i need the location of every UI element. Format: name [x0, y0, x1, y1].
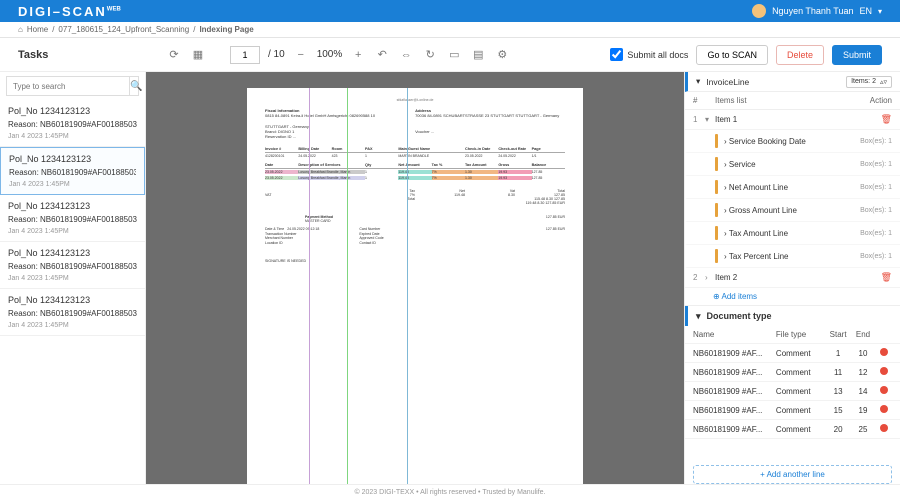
task-item[interactable]: Pol_No 1234123123 Reason: NB60181909#AF0… [0, 100, 145, 147]
home-icon[interactable]: ⌂ [18, 25, 23, 34]
footer: © 2023 DIGI-TEXX • All rights reserved •… [0, 484, 900, 500]
page-total: / 10 [268, 49, 285, 60]
avatar [752, 4, 766, 18]
task-sidebar: 🔍 Pol_No 1234123123 Reason: NB60181909#A… [0, 72, 146, 484]
doctype-columns: NameFile typeStartEnd [685, 326, 900, 344]
add-items-link[interactable]: ⊕ Add items [685, 288, 900, 305]
zoom-out-icon[interactable]: − [293, 47, 309, 63]
refresh-icon[interactable]: ⟳ [166, 47, 182, 63]
sub-item[interactable]: › Net Amount LineBox(es): 1 [685, 176, 900, 199]
doctype-row[interactable]: NB60181909 #AF...Comment1112 [685, 363, 900, 382]
layers-icon[interactable]: ▤ [470, 47, 486, 63]
sub-item[interactable]: › Gross Amount LineBox(es): 1 [685, 199, 900, 222]
right-panel: ▾ InvoiceLine Items: 2▵▿ # Items list Ac… [684, 72, 900, 484]
delete-button[interactable]: Delete [776, 45, 824, 65]
doctype-panel: ▾Document type NameFile typeStartEnd NB6… [685, 305, 900, 484]
zoom-in-icon[interactable]: + [350, 47, 366, 63]
doctype-header[interactable]: ▾Document type [685, 306, 900, 326]
user-name: Nguyen Thanh Tuan [772, 6, 853, 16]
chevron-down-icon: ▾ [878, 7, 882, 16]
toolbar-row: Tasks ⟳ ▦ / 10 − 100% + ↶ ⇔ ↻ ▭ ▤ ⚙ Subm… [0, 38, 900, 72]
card-icon[interactable]: ▭ [446, 47, 462, 63]
sub-item[interactable]: › Tax Percent LineBox(es): 1 [685, 245, 900, 268]
task-item[interactable]: Pol_No 1234123123 Reason: NB60181909#AF0… [0, 289, 145, 336]
items-scroll[interactable]: 1▾Item 1🗑 › Service Booking DateBox(es):… [685, 110, 900, 305]
grid-icon[interactable]: ▦ [190, 47, 206, 63]
doctype-row[interactable]: NB60181909 #AF...Comment1519 [685, 401, 900, 420]
crumb-1[interactable]: 077_180615_124_Upfront_Scanning [58, 25, 189, 34]
remove-icon[interactable] [880, 405, 888, 413]
delete-icon[interactable]: 🗑 [881, 114, 892, 125]
document-viewer[interactable]: sfdaflasser@t-online.de Fiscal Informati… [146, 72, 684, 484]
item-row[interactable]: 1▾Item 1🗑 [685, 110, 900, 130]
item-row[interactable]: 2›Item 2🗑 [685, 268, 900, 288]
submit-button[interactable]: Submit [832, 45, 882, 65]
submit-all-checkbox[interactable]: Submit all docs [610, 48, 688, 61]
app-header: DIGI–SCANWEB Nguyen Thanh Tuan EN ▾ [0, 0, 900, 22]
search-icon[interactable]: 🔍 [129, 77, 142, 95]
tasks-heading: Tasks [18, 49, 158, 61]
items-count-badge[interactable]: Items: 2▵▿ [846, 76, 892, 88]
remove-icon[interactable] [880, 348, 888, 356]
doctype-row[interactable]: NB60181909 #AF...Comment1314 [685, 382, 900, 401]
main-area: 🔍 Pol_No 1234123123 Reason: NB60181909#A… [0, 72, 900, 484]
viewer-toolbar: / 10 − 100% + ↶ ⇔ ↻ ▭ ▤ ⚙ [214, 46, 602, 64]
search-input[interactable] [7, 77, 129, 95]
page-input[interactable] [230, 46, 260, 64]
items-header-row: # Items list Action [685, 92, 900, 110]
remove-icon[interactable] [880, 386, 888, 394]
remove-icon[interactable] [880, 424, 888, 432]
task-search: 🔍 [6, 76, 139, 96]
logo: DIGI–SCANWEB [18, 4, 121, 19]
crumb-home[interactable]: Home [27, 25, 48, 34]
fit-width-icon[interactable]: ⇔ [398, 47, 414, 63]
breadcrumb: ⌂ Home / 077_180615_124_Upfront_Scanning… [0, 22, 900, 38]
rotate-left-icon[interactable]: ↶ [374, 47, 390, 63]
sub-item[interactable]: › Tax Amount LineBox(es): 1 [685, 222, 900, 245]
action-buttons: Submit all docs Go to SCAN Delete Submit [610, 45, 882, 65]
doctype-row[interactable]: NB60181909 #AF...Comment2025 [685, 420, 900, 439]
invoiceline-title: InvoiceLine [706, 77, 749, 87]
rotate-right-icon[interactable]: ↻ [422, 47, 438, 63]
invoiceline-header[interactable]: ▾ InvoiceLine Items: 2▵▿ [685, 72, 900, 92]
doctype-table[interactable]: NB60181909 #AF...Comment110 NB60181909 #… [685, 344, 900, 461]
settings-icon[interactable]: ⚙ [494, 47, 510, 63]
add-doctype-button[interactable]: + Add another line [693, 465, 892, 484]
remove-icon[interactable] [880, 367, 888, 375]
user-menu[interactable]: Nguyen Thanh Tuan EN ▾ [752, 4, 882, 18]
delete-icon[interactable]: 🗑 [881, 272, 892, 283]
task-item[interactable]: Pol_No 1234123123 Reason: NB60181909#AF0… [0, 195, 145, 242]
task-list[interactable]: Pol_No 1234123123 Reason: NB60181909#AF0… [0, 100, 145, 484]
goto-scan-button[interactable]: Go to SCAN [696, 45, 768, 65]
sub-item[interactable]: › Service Booking DateBox(es): 1 [685, 130, 900, 153]
task-item[interactable]: Pol_No 1234123123 Reason: NB60181909#AF0… [0, 147, 145, 195]
task-item[interactable]: Pol_No 1234123123 Reason: NB60181909#AF0… [0, 242, 145, 289]
lang-label: EN [859, 6, 872, 16]
doctype-row[interactable]: NB60181909 #AF...Comment110 [685, 344, 900, 363]
chevron-down-icon: ▾ [696, 76, 700, 87]
zoom-level: 100% [317, 49, 343, 60]
sub-item[interactable]: › ServiceBox(es): 1 [685, 153, 900, 176]
document-page: sfdaflasser@t-online.de Fiscal Informati… [247, 88, 583, 484]
crumb-2: Indexing Page [199, 25, 253, 34]
